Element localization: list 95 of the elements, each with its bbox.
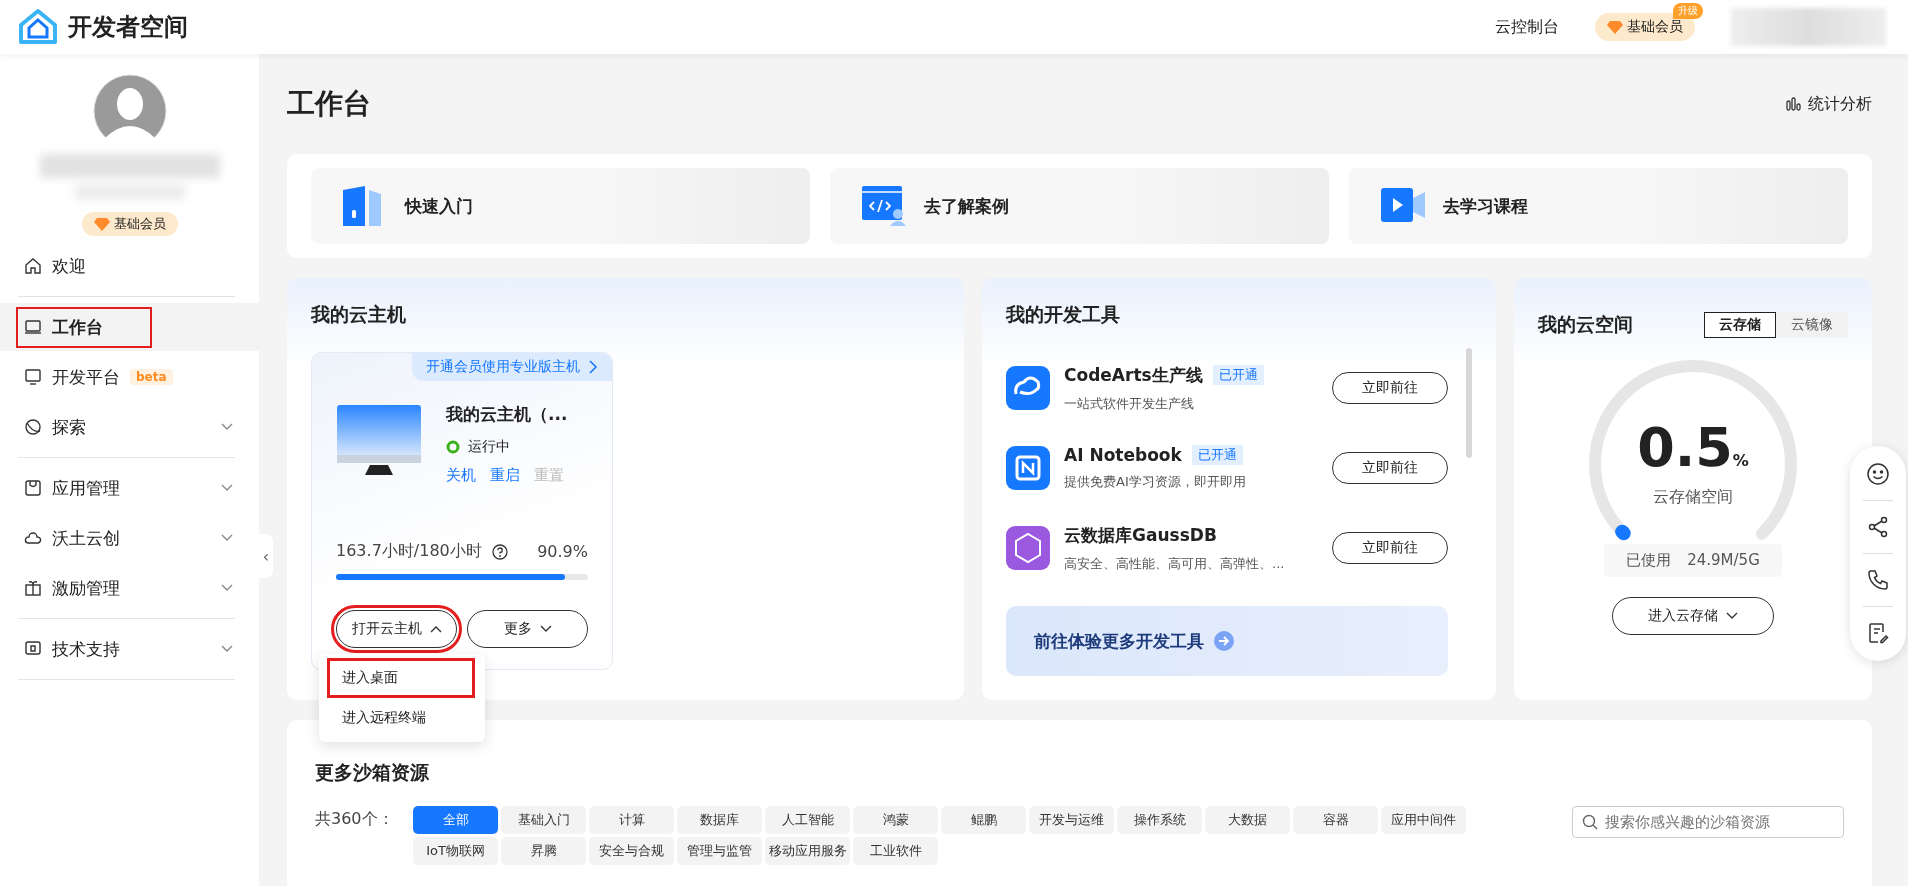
search-icon bbox=[1582, 814, 1598, 830]
sidebar-item[interactable]: 沃土云创 bbox=[0, 514, 259, 562]
storage-tab[interactable]: 云镜像 bbox=[1776, 312, 1848, 338]
code-window-icon bbox=[860, 184, 908, 228]
gauge-caption: 云存储空间 bbox=[1652, 487, 1734, 508]
sidebar-item[interactable]: 应用管理 bbox=[0, 464, 259, 512]
host-action-link[interactable]: 关机 bbox=[446, 466, 476, 485]
tool-name: CodeArts生产线 bbox=[1064, 363, 1203, 387]
sidebar-item[interactable]: 技术支持 bbox=[0, 625, 259, 673]
page-title: 工作台 bbox=[287, 86, 371, 122]
search-field[interactable]: 搜索你感兴趣的沙箱资源 bbox=[1572, 806, 1844, 838]
quick-link-tile[interactable]: 去学习课程 bbox=[1349, 168, 1848, 244]
quick-link-tile[interactable]: 去了解案例 bbox=[830, 168, 1329, 244]
host-name: 我的云主机（... bbox=[446, 403, 568, 426]
cloud-icon bbox=[24, 529, 42, 547]
filter-tag[interactable]: 计算 bbox=[589, 806, 674, 834]
beta-tag: beta bbox=[130, 369, 173, 385]
note-icon[interactable] bbox=[1866, 621, 1890, 645]
filter-tag[interactable]: 基础入门 bbox=[501, 806, 586, 834]
filter-tag[interactable]: 管理与监管 bbox=[677, 837, 762, 865]
help-icon[interactable] bbox=[491, 543, 508, 560]
scrollbar[interactable] bbox=[1466, 348, 1472, 458]
filter-tag[interactable]: 应用中间件 bbox=[1381, 806, 1466, 834]
phone-icon[interactable] bbox=[1866, 568, 1890, 592]
panel-title: 我的云空间 bbox=[1538, 312, 1633, 337]
menu-item[interactable]: 进入桌面 bbox=[327, 658, 475, 698]
gem-icon bbox=[93, 217, 110, 231]
chevron-icon bbox=[539, 625, 552, 633]
tool-name: 云数据库GaussDB bbox=[1064, 523, 1217, 547]
smile-icon[interactable] bbox=[1866, 462, 1890, 486]
avatar-icon bbox=[92, 74, 167, 148]
quick-link-tile[interactable]: 快速入门 bbox=[311, 168, 810, 244]
go-button[interactable]: 立即前往 bbox=[1332, 532, 1448, 564]
monitor-icon bbox=[24, 368, 42, 386]
filter-tag[interactable]: 移动应用服务 bbox=[765, 837, 850, 865]
member-badge: 基础会员 bbox=[81, 212, 178, 236]
filter-tag[interactable]: 安全与合规 bbox=[589, 837, 674, 865]
filter-tag[interactable]: 鸿蒙 bbox=[853, 806, 938, 834]
stats-link[interactable]: 统计分析 bbox=[1786, 93, 1872, 115]
percent-unit: % bbox=[1732, 451, 1749, 470]
filter-tag[interactable]: 工业软件 bbox=[853, 837, 938, 865]
gift-icon bbox=[24, 579, 42, 597]
status-tag: 已开通 bbox=[1191, 445, 1243, 465]
filter-tag[interactable]: 全部 bbox=[413, 806, 498, 834]
share-icon[interactable] bbox=[1866, 515, 1890, 539]
collapse-handle[interactable]: ‹ bbox=[259, 534, 273, 578]
section-title: 更多沙箱资源 bbox=[315, 760, 430, 785]
sidebar-item[interactable]: 工作台 bbox=[0, 303, 259, 351]
go-button[interactable]: 立即前往 bbox=[1332, 452, 1448, 484]
tool-description: 高安全、高性能、高可用、高弹性、... bbox=[1064, 554, 1286, 573]
chevron-icon bbox=[429, 625, 442, 633]
status-text: 运行中 bbox=[468, 438, 510, 456]
status-icon bbox=[446, 440, 460, 454]
host-action-link[interactable]: 重启 bbox=[490, 466, 520, 485]
sidebar-item[interactable]: 探索 bbox=[0, 403, 259, 451]
tool-description: 提供免费AI学习资源，即开即用 bbox=[1064, 473, 1247, 491]
app-icon bbox=[24, 479, 42, 497]
storage-tab[interactable]: 云存储 bbox=[1704, 312, 1776, 338]
filter-tag[interactable]: 鲲鹏 bbox=[941, 806, 1026, 834]
filter-tag[interactable]: 容器 bbox=[1293, 806, 1378, 834]
chevron-icon bbox=[1726, 612, 1738, 620]
usage-text: 163.7小时/180小时 bbox=[336, 541, 482, 562]
home-icon bbox=[24, 257, 42, 275]
usage-box: 已使用 24.9M/5G bbox=[1604, 544, 1782, 577]
filter-tag[interactable]: 数据库 bbox=[677, 806, 762, 834]
panel-title: 我的云主机 bbox=[311, 302, 407, 327]
filter-tag[interactable]: 昇腾 bbox=[501, 837, 586, 865]
logo-text[interactable]: 开发者空间 bbox=[68, 11, 188, 43]
sidebar-item[interactable]: 激励管理 bbox=[0, 564, 259, 612]
filter-tag[interactable]: IoT物联网 bbox=[413, 837, 498, 865]
filter-tag[interactable]: 开发与运维 bbox=[1029, 806, 1114, 834]
sidebar-item[interactable]: 欢迎 bbox=[0, 242, 259, 290]
panel-title: 我的开发工具 bbox=[1006, 302, 1121, 327]
laptop-icon bbox=[24, 318, 42, 336]
planet-icon bbox=[24, 418, 42, 436]
tool-name: AI Notebook bbox=[1064, 445, 1182, 465]
gem-icon bbox=[1607, 20, 1623, 34]
logo-icon bbox=[18, 8, 58, 46]
usage-percent: 90.9% bbox=[537, 542, 588, 561]
promo-banner[interactable]: 前往体验更多开发工具 bbox=[1006, 606, 1448, 676]
go-button[interactable]: 立即前往 bbox=[1332, 372, 1448, 404]
filter-tag[interactable]: 大数据 bbox=[1205, 806, 1290, 834]
bar-chart-icon bbox=[1786, 97, 1802, 111]
filter-tag[interactable]: 人工智能 bbox=[765, 806, 850, 834]
storage-percent: 0.5 bbox=[1637, 416, 1733, 479]
status-tag: 已开通 bbox=[1212, 365, 1264, 385]
menu-item[interactable]: 进入远程终端 bbox=[327, 698, 475, 738]
resource-count: 共360个： bbox=[315, 808, 395, 830]
tool-description: 一站式软件开发生产线 bbox=[1064, 394, 1195, 413]
chevron-icon bbox=[588, 360, 598, 374]
host-button[interactable]: 更多 bbox=[467, 610, 588, 648]
filter-tag[interactable]: 操作系统 bbox=[1117, 806, 1202, 834]
sidebar-item[interactable]: 开发平台 beta bbox=[0, 353, 259, 401]
console-link[interactable]: 云控制台 bbox=[1495, 16, 1559, 38]
enter-storage-button[interactable]: 进入云存储 bbox=[1612, 597, 1774, 635]
